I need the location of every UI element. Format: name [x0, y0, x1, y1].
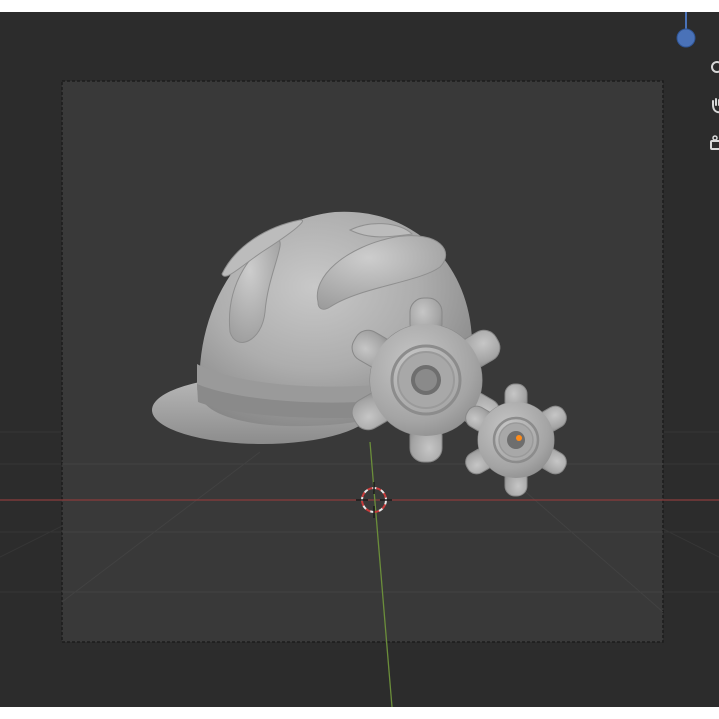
navigation-gizmo[interactable]: [676, 12, 696, 48]
camera-icon[interactable]: [706, 132, 719, 156]
hand-pan-icon[interactable]: [706, 94, 719, 118]
viewport-scene[interactable]: [0, 12, 719, 707]
zoom-icon[interactable]: [706, 56, 719, 80]
object-origin-dot: [516, 435, 522, 441]
gizmo-z-axis-handle[interactable]: [676, 28, 696, 48]
3d-viewport[interactable]: [0, 12, 719, 707]
